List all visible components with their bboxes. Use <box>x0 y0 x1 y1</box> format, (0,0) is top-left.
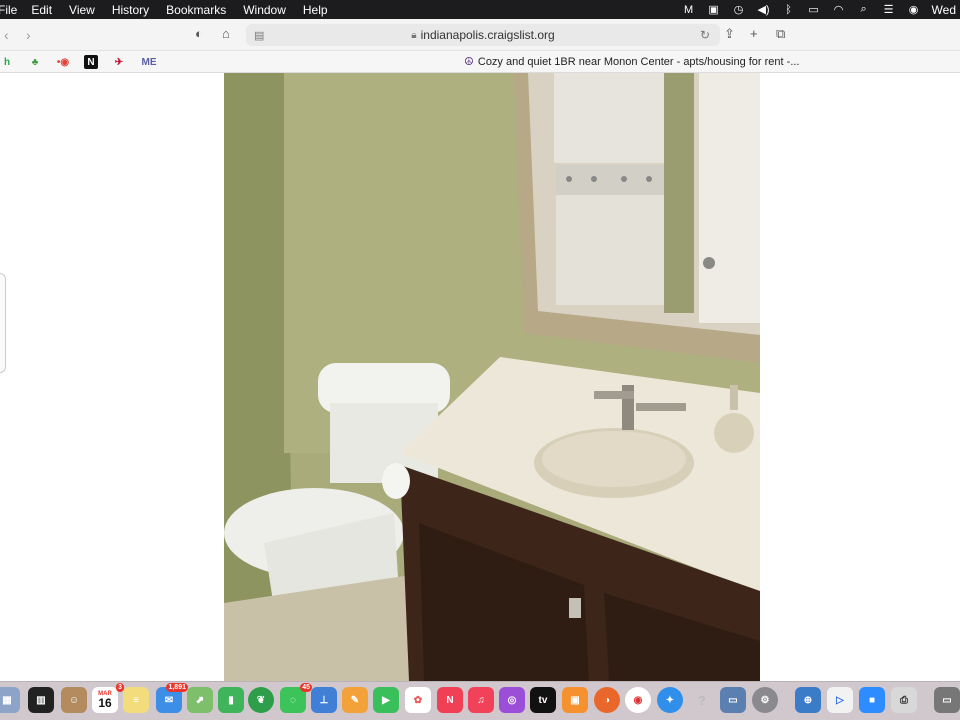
podcasts-icon[interactable]: ◎ <box>499 687 525 713</box>
app-extension-icon[interactable]: ▣ <box>707 4 721 16</box>
spotlight-search-icon[interactable]: ⌕ <box>857 3 871 16</box>
privacy-shield-icon[interactable]: ◐ <box>195 26 203 41</box>
url-text: indianapolis.craigslist.org <box>420 28 555 42</box>
menu-history[interactable]: History <box>112 3 166 17</box>
menu-file[interactable]: File <box>0 3 31 17</box>
reader-view-icon[interactable]: ▤ <box>254 29 264 42</box>
volume-icon[interactable]: ◀) <box>757 4 771 16</box>
settings-icon[interactable]: ⚙ <box>752 687 778 713</box>
time-machine-icon[interactable]: ◷ <box>732 4 746 16</box>
tab-title: Cozy and quiet 1BR near Monon Center - a… <box>477 56 800 68</box>
menu-bookmarks[interactable]: Bookmarks <box>166 3 243 17</box>
m-app-icon[interactable]: M <box>682 4 696 16</box>
forward-arrow-icon[interactable]: › <box>26 27 31 43</box>
firefox-icon[interactable]: ◑ <box>594 687 620 713</box>
siri-icon[interactable]: ◉ <box>907 4 921 16</box>
news-icon[interactable]: N <box>437 687 463 713</box>
bluetooth-icon[interactable]: ᛒ <box>782 4 796 16</box>
network-icon[interactable]: ⊕ <box>795 687 821 713</box>
menu-help[interactable]: Help <box>303 3 345 17</box>
status-menu-icons: M ▣ ◷ ◀) ᛒ ▭ ◠ ⌕ ☰ ◉ Wed <box>682 0 960 19</box>
dock: ▦ ▥ ☺ MAR 16 3 ≡ ✉ 1,891 ⬈ ▮ ❦ ◌ 45 ⊥ ✎ … <box>0 681 960 720</box>
music-icon[interactable]: ♫ <box>468 687 494 713</box>
battery-icon[interactable]: ▭ <box>807 4 821 16</box>
mail-icon[interactable]: ✉ 1,891 <box>156 683 188 713</box>
menu-items: File Edit View History Bookmarks Window … <box>0 3 345 17</box>
active-tab[interactable]: ☮ Cozy and quiet 1BR near Monon Center - … <box>464 55 800 68</box>
evernote-icon[interactable]: ❦ <box>248 687 274 713</box>
listing-photo-bathroom[interactable] <box>224 73 760 681</box>
notes-icon[interactable]: ≡ <box>123 687 149 713</box>
contacts-icon[interactable]: ☺ <box>61 687 87 713</box>
numbers-icon[interactable]: ▮ <box>218 687 244 713</box>
page-content <box>0 73 960 681</box>
zoom-icon[interactable]: ■ <box>859 687 885 713</box>
reload-icon[interactable]: ↻ <box>700 28 710 42</box>
control-center-icon[interactable]: ☰ <box>882 4 896 16</box>
photos-icon[interactable]: ✿ <box>405 687 431 713</box>
favorite-plant-icon[interactable]: ♣ <box>28 55 42 69</box>
favorites-bar: h ♣ •◉ N ✈ ME ☮ Cozy and quiet 1BR near M… <box>0 51 960 73</box>
favorite-american-airlines-icon[interactable]: ✈ <box>112 55 126 69</box>
mail-badge: 1,891 <box>166 683 188 692</box>
tab-overview-icon[interactable]: ⧉ <box>776 26 785 42</box>
bathroom-photo-image <box>224 73 760 681</box>
facetime-icon[interactable]: ▶ <box>373 687 399 713</box>
printer-icon[interactable]: ⎙ <box>891 687 917 713</box>
tv-label: tv <box>538 694 548 706</box>
keynote-icon[interactable]: ⊥ <box>311 687 337 713</box>
books-icon[interactable]: ▣ <box>562 687 588 713</box>
preview-icon[interactable]: ▭ <box>720 687 746 713</box>
favorite-h-icon[interactable]: h <box>0 55 14 69</box>
mission-control-icon[interactable]: ▥ <box>28 687 54 713</box>
home-icon[interactable]: ⌂ <box>222 26 230 41</box>
craigslist-peace-icon: ☮ <box>464 56 474 68</box>
menu-view[interactable]: View <box>69 3 112 17</box>
safari-icon[interactable]: ✦ <box>657 687 683 713</box>
favorite-record-icon[interactable]: •◉ <box>56 55 70 69</box>
wifi-icon[interactable]: ◠ <box>832 4 846 16</box>
menu-clock[interactable]: Wed <box>932 3 956 17</box>
lock-icon: 🔒︎ <box>411 29 417 41</box>
calendar-icon[interactable]: MAR 16 3 <box>92 683 124 713</box>
back-arrow-icon[interactable]: ‹ <box>4 27 9 43</box>
new-tab-icon[interactable]: + <box>750 26 758 41</box>
help-icon[interactable]: ? <box>689 687 715 713</box>
quicktime-icon[interactable]: ▷ <box>827 687 853 713</box>
chrome-icon[interactable]: ◉ <box>625 687 651 713</box>
sidebar-handle[interactable] <box>0 273 6 373</box>
menu-window[interactable]: Window <box>243 3 303 17</box>
address-bar[interactable]: ▤ 🔒︎ indianapolis.craigslist.org ↻ <box>246 24 720 46</box>
menu-bar: File Edit View History Bookmarks Window … <box>0 0 960 19</box>
maps-icon[interactable]: ⬈ <box>187 687 213 713</box>
launchpad-icon[interactable]: ▦ <box>0 687 20 713</box>
share-icon[interactable]: ⇪ <box>724 26 735 42</box>
tv-icon[interactable]: tv <box>530 687 556 713</box>
menu-edit[interactable]: Edit <box>31 3 69 17</box>
browser-toolbar: ‹ › ◐ ⌂ ▤ 🔒︎ indianapolis.craigslist.org… <box>0 19 960 51</box>
thumbnail-icon[interactable]: ▭ <box>934 687 960 713</box>
favorite-me-icon[interactable]: ME <box>140 55 158 69</box>
calendar-day: 16 <box>98 696 112 710</box>
messages-icon[interactable]: ◌ 45 <box>280 683 312 713</box>
pages-icon[interactable]: ✎ <box>342 687 368 713</box>
favorite-notion-icon[interactable]: N <box>84 55 98 69</box>
